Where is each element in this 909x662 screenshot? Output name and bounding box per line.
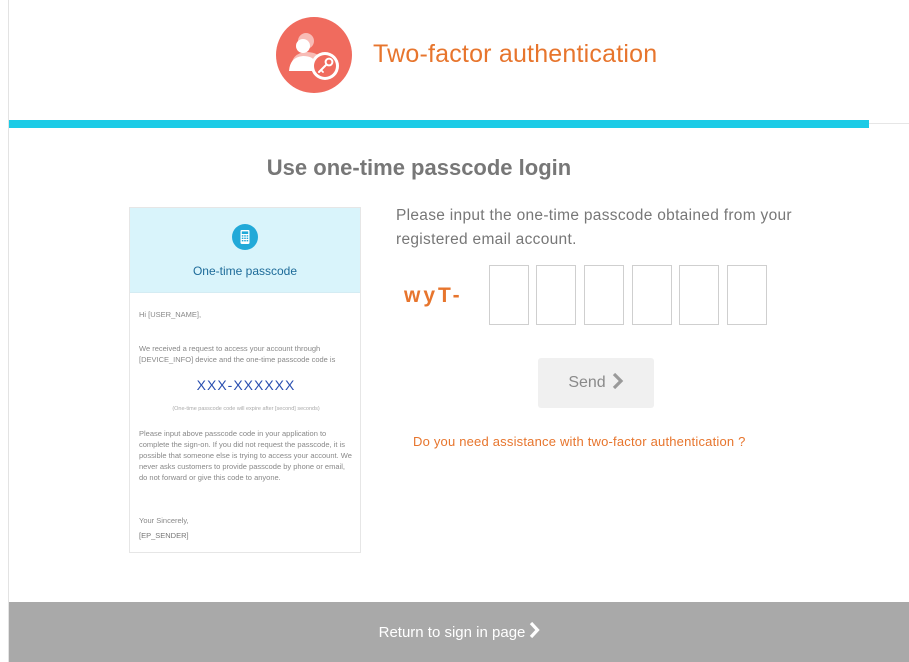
return-label: Return to sign in page [378, 623, 526, 641]
otp-digit-2[interactable] [536, 265, 576, 325]
header-divider [869, 123, 909, 124]
send-button[interactable]: Send [538, 358, 654, 408]
email-preview-header: One-time passcode [130, 208, 360, 293]
page-title: Use one-time passcode login [266, 155, 572, 180]
otp-digit-5[interactable] [679, 265, 719, 325]
chevron-right-icon [529, 621, 541, 642]
page-frame: Two-factor authentication Use one-time p… [8, 0, 909, 662]
return-to-sign-in-link[interactable]: Return to sign in page [9, 602, 909, 662]
help-link[interactable]: Do you need assistance with two-factor a… [413, 434, 746, 449]
header-accent-bar [9, 120, 869, 128]
user-key-icon [276, 17, 352, 93]
email-closing: Your Sincerely, [139, 516, 189, 525]
calculator-icon [232, 224, 258, 250]
email-greeting: Hi [USER_NAME], [139, 310, 202, 319]
email-passcode: XXX-XXXXXX [196, 377, 296, 393]
email-preview-heading: One-time passcode [192, 264, 298, 278]
email-paragraph-1: We received a request to access your acc… [139, 344, 336, 364]
send-button-label: Send [568, 374, 606, 391]
instructions-text: Please input the one-time passcode obtai… [396, 207, 792, 248]
header: Two-factor authentication [9, 0, 909, 120]
chevron-right-icon [612, 372, 624, 394]
otp-digit-3[interactable] [584, 265, 624, 325]
email-sender: [EP_SENDER] [139, 531, 189, 540]
otp-digit-6[interactable] [727, 265, 767, 325]
passcode-prefix: wyT- [404, 284, 463, 307]
header-title: Two-factor authentication [373, 40, 658, 68]
email-paragraph-2: Please input above passcode code in your… [139, 429, 352, 482]
otp-digit-4[interactable] [632, 265, 672, 325]
otp-digit-1[interactable] [489, 265, 529, 325]
email-code-note: (One-time passcode code will expire afte… [172, 406, 320, 412]
email-preview-card: One-time passcode Hi [USER_NAME], We rec… [129, 207, 361, 553]
